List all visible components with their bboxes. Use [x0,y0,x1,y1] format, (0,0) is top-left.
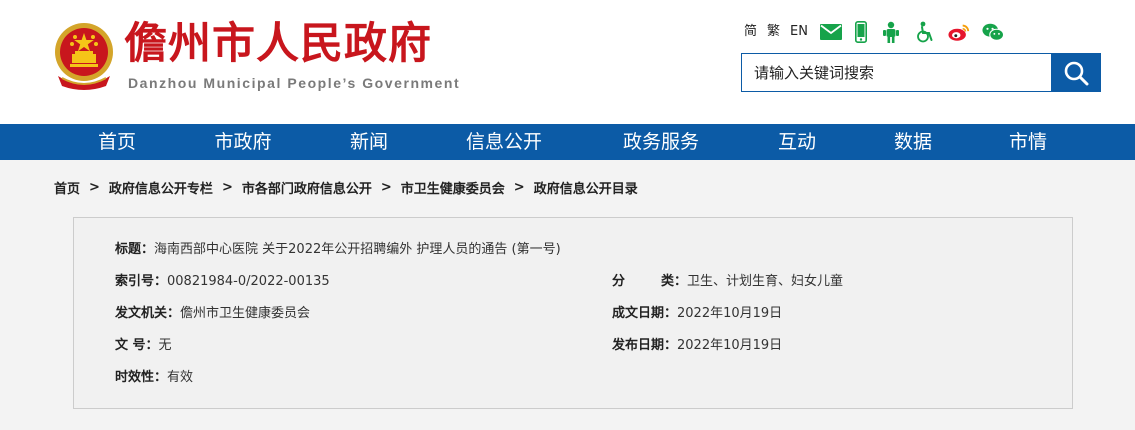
search-input[interactable] [742,54,1051,91]
weibo-icon[interactable] [948,21,970,43]
validity-value: 有效 [167,370,194,385]
info-row-created-date: 成文日期：2022年10月19日 [612,304,782,324]
nav-item-home[interactable]: 首页 [59,124,175,160]
search-button[interactable] [1051,54,1100,91]
validity-label: 时效性： [115,370,168,385]
category-colon: ： [674,274,688,289]
nav-item-municipal-government[interactable]: 市政府 [185,124,301,160]
title-value: 海南西部中心医院 关于2022年公开招聘编外 护理人员的通告 (第一号) [154,242,561,257]
info-row-index: 索引号：00821984-0/2022-00135 [115,272,330,292]
nav-item-news[interactable]: 新闻 [311,124,427,160]
breadcrumb-item-disclosure-catalog[interactable]: 政府信息公开目录 [534,178,638,197]
info-row-published-date: 发布日期：2022年10月19日 [612,336,782,356]
breadcrumb-separator: > [380,179,392,195]
category-value: 卫生、计划生育、妇女儿童 [687,274,844,289]
published-date-value: 2022年10月19日 [677,338,783,353]
nav-item-city-profile[interactable]: 市情 [970,124,1086,160]
breadcrumb-separator: > [221,179,233,195]
info-row-title: 标题：海南西部中心医院 关于2022年公开招聘编外 护理人员的通告 (第一号) [115,240,561,260]
category-label: 分类 [612,274,674,289]
index-value: 00821984-0/2022-00135 [167,274,330,289]
info-row-document-number: 文 号：无 [115,336,172,356]
info-row-issuer: 发文机关：儋州市卫生健康委员会 [115,304,310,324]
document-number-label: 文 号： [115,338,159,353]
breadcrumb-separator: > [513,179,525,195]
email-icon[interactable] [819,21,842,43]
english-link[interactable]: EN [790,20,808,44]
header-toolbar: 简 繁 EN [744,20,1016,44]
title-label: 标题： [115,242,155,257]
wechat-icon[interactable] [982,21,1004,43]
elder-care-icon[interactable] [880,21,902,43]
site-subtitle: Danzhou Municipal People’s Government [128,75,461,91]
breadcrumb: 首页 > 政府信息公开专栏 > 市各部门政府信息公开 > 市卫生健康委员会 > … [54,178,638,197]
mobile-icon[interactable] [854,21,868,43]
issuer-label: 发文机关： [115,306,181,321]
site-header: 儋州市人民政府 Danzhou Municipal People’s Gover… [0,0,1135,124]
created-date-label: 成文日期： [612,306,678,321]
info-row-validity: 时效性：有效 [115,368,193,388]
search-icon [1064,61,1088,85]
document-info-panel: 标题：海南西部中心医院 关于2022年公开招聘编外 护理人员的通告 (第一号) … [73,217,1073,409]
search-box [741,53,1101,92]
breadcrumb-item-department-disclosure[interactable]: 市各部门政府信息公开 [242,178,372,197]
breadcrumb-item-home[interactable]: 首页 [54,178,80,197]
breadcrumb-separator: > [89,179,100,195]
simplified-chinese-link[interactable]: 简 [744,20,757,44]
nav-item-interaction[interactable]: 互动 [739,124,855,160]
info-row-category: 分类：卫生、计划生育、妇女儿童 [612,272,843,292]
main-nav: 首页 市政府 新闻 信息公开 政务服务 互动 数据 市情 [0,124,1135,160]
traditional-chinese-link[interactable]: 繁 [767,20,780,44]
nav-item-government-services[interactable]: 政务服务 [603,124,719,160]
document-number-value: 无 [158,338,172,353]
index-label: 索引号： [115,274,168,289]
breadcrumb-item-disclosure-column[interactable]: 政府信息公开专栏 [109,178,213,197]
created-date-value: 2022年10月19日 [677,306,783,321]
nav-item-information-disclosure[interactable]: 信息公开 [446,124,562,160]
national-emblem-icon [55,23,113,90]
site-title: 儋州市人民政府 [124,19,432,69]
published-date-label: 发布日期： [612,338,678,353]
issuer-value: 儋州市卫生健康委员会 [180,306,311,321]
breadcrumb-item-health-commission[interactable]: 市卫生健康委员会 [401,178,505,197]
nav-item-data[interactable]: 数据 [855,124,971,160]
accessibility-icon[interactable] [914,21,936,43]
